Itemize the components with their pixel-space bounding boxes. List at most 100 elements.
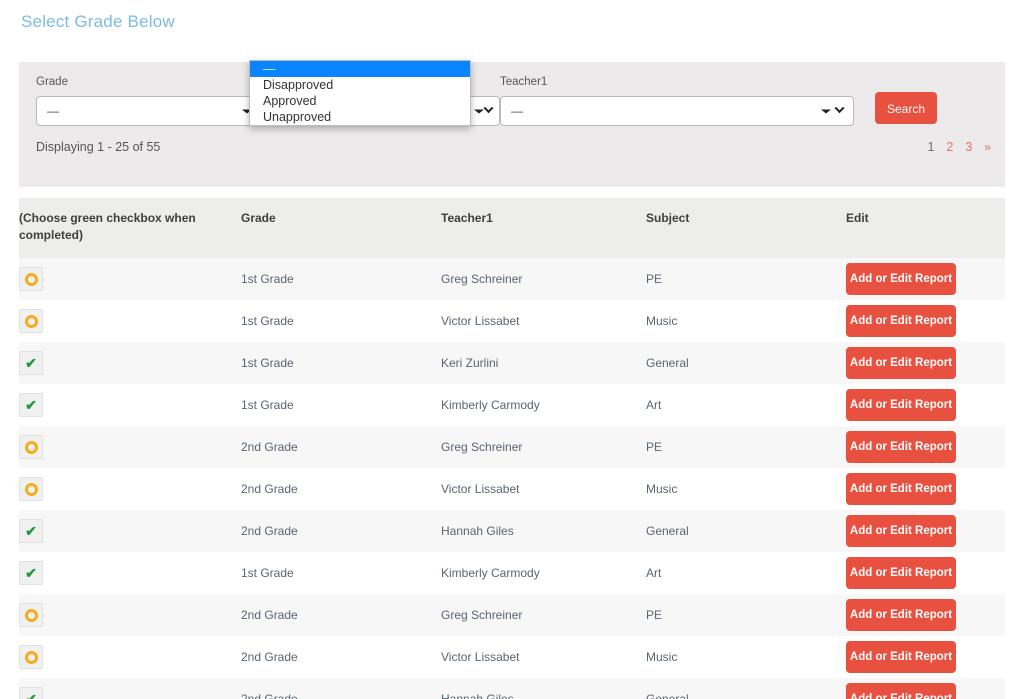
cell-edit: Add or Edit Report (846, 636, 1005, 678)
cell-grade: 2nd Grade (241, 636, 441, 678)
teacher-label: Teacher1 (500, 76, 548, 88)
filter-field-grade: Grade — (36, 75, 268, 126)
approval-option-unapproved[interactable]: Unapproved (250, 109, 470, 125)
circle-ring-icon[interactable] (19, 645, 43, 669)
cell-teacher: Greg Schreiner (441, 258, 646, 300)
teacher-select[interactable]: — (500, 96, 854, 126)
grades-table: (Choose green checkbox when completed) G… (19, 198, 1005, 699)
add-or-edit-report-button[interactable]: Add or Edit Report (846, 263, 956, 295)
add-or-edit-report-button[interactable]: Add or Edit Report (846, 683, 956, 699)
displaying-count: Displaying 1 - 25 of 55 (36, 140, 161, 154)
cell-edit: Add or Edit Report (846, 384, 1005, 426)
approval-dropdown-list[interactable]: — Disapproved Approved Unapproved (249, 60, 471, 126)
circle-ring-icon[interactable] (19, 603, 43, 627)
ring-glyph (24, 272, 38, 286)
circle-ring-icon[interactable] (19, 267, 43, 291)
cell-subject: PE (646, 258, 846, 300)
approval-option-disapproved[interactable]: Disapproved (250, 77, 470, 93)
table-row: 1st Grade Victor Lissabet Music Add or Edit… (19, 300, 1005, 342)
circle-ring-icon[interactable] (19, 477, 43, 501)
cell-grade: 2nd Grade (241, 426, 441, 468)
cell-grade: 1st Grade (241, 258, 441, 300)
ring-glyph (24, 440, 38, 454)
pagination-link-2[interactable]: 2 (946, 140, 953, 154)
cell-edit: Add or Edit Report (846, 552, 1005, 594)
green-check-icon[interactable]: ✔ (19, 351, 43, 375)
cell-subject: Music (646, 636, 846, 678)
table-row: ✔ 1st Grade Keri Zurlini General Add or Edit… (19, 342, 1005, 384)
green-check-icon[interactable]: ✔ (19, 393, 43, 417)
circle-ring-icon[interactable] (19, 309, 43, 333)
cell-status: ✔ (19, 342, 241, 384)
table-row: ✔ 1st Grade Kimberly Carmody Art Add or Edit… (19, 384, 1005, 426)
grade-label: Grade (36, 76, 68, 88)
cell-status (19, 300, 241, 342)
cell-grade: 2nd Grade (241, 468, 441, 510)
pagination: 1 2 3 » (927, 140, 991, 154)
cell-subject: Art (646, 384, 846, 426)
cell-subject: PE (646, 426, 846, 468)
add-or-edit-report-button[interactable]: Add or Edit Report (846, 557, 956, 589)
cell-edit: Add or Edit Report (846, 678, 1005, 699)
add-or-edit-report-button[interactable]: Add or Edit Report (846, 515, 956, 547)
ring-glyph (24, 650, 38, 664)
cell-status: ✔ (19, 678, 241, 699)
circle-ring-icon[interactable] (19, 435, 43, 459)
cell-subject: General (646, 510, 846, 552)
cell-status: ✔ (19, 510, 241, 552)
cell-subject: General (646, 342, 846, 384)
cell-teacher: Kimberly Carmody (441, 384, 646, 426)
add-or-edit-report-button[interactable]: Add or Edit Report (846, 599, 956, 631)
add-or-edit-report-button[interactable]: Add or Edit Report (846, 641, 956, 673)
add-or-edit-report-button[interactable]: Add or Edit Report (846, 347, 956, 379)
table-row: 2nd Grade Greg Schreiner PE Add or Edit Rep… (19, 594, 1005, 636)
check-glyph: ✔ (25, 523, 37, 539)
column-header-grade: Grade (241, 198, 441, 258)
cell-status (19, 594, 241, 636)
add-or-edit-report-button[interactable]: Add or Edit Report (846, 431, 956, 463)
pagination-next[interactable]: » (984, 140, 991, 154)
cell-grade: 2nd Grade (241, 510, 441, 552)
check-glyph: ✔ (25, 565, 37, 581)
cell-teacher: Victor Lissabet (441, 468, 646, 510)
pagination-link-1[interactable]: 1 (927, 140, 934, 154)
green-check-icon[interactable]: ✔ (19, 519, 43, 543)
column-header-status: (Choose green checkbox when completed) (19, 198, 241, 258)
table-row: 2nd Grade Victor Lissabet Music Add or Edit… (19, 468, 1005, 510)
table-row: 1st Grade Greg Schreiner PE Add or Edit Rep… (19, 258, 1005, 300)
cell-status (19, 468, 241, 510)
cell-grade: 1st Grade (241, 384, 441, 426)
ring-glyph (24, 482, 38, 496)
table-head: (Choose green checkbox when completed) G… (19, 198, 1005, 258)
column-header-subject: Subject (646, 198, 846, 258)
search-button[interactable]: Search (875, 92, 937, 124)
approval-option-blank[interactable]: — (250, 61, 470, 77)
grades-table-container: (Choose green checkbox when completed) G… (19, 198, 1005, 699)
cell-grade: 1st Grade (241, 342, 441, 384)
cell-edit: Add or Edit Report (846, 510, 1005, 552)
check-glyph: ✔ (25, 397, 37, 413)
cell-teacher: Greg Schreiner (441, 594, 646, 636)
add-or-edit-report-button[interactable]: Add or Edit Report (846, 473, 956, 505)
grade-select[interactable]: — (36, 96, 268, 126)
cell-teacher: Hannah Giles (441, 510, 646, 552)
chevron-down-icon (821, 103, 845, 115)
cell-subject: Music (646, 468, 846, 510)
add-or-edit-report-button[interactable]: Add or Edit Report (846, 389, 956, 421)
cell-teacher: Keri Zurlini (441, 342, 646, 384)
approval-option-approved[interactable]: Approved (250, 93, 470, 109)
add-or-edit-report-button[interactable]: Add or Edit Report (846, 305, 956, 337)
cell-subject: PE (646, 594, 846, 636)
table-row: ✔ 2nd Grade Hannah Giles General Add or Edit… (19, 678, 1005, 699)
cell-teacher: Victor Lissabet (441, 636, 646, 678)
cell-status: ✔ (19, 552, 241, 594)
cell-edit: Add or Edit Report (846, 342, 1005, 384)
pagination-link-3[interactable]: 3 (965, 140, 972, 154)
cell-status (19, 636, 241, 678)
cell-edit: Add or Edit Report (846, 426, 1005, 468)
cell-teacher: Greg Schreiner (441, 426, 646, 468)
check-glyph: ✔ (25, 355, 37, 371)
green-check-icon[interactable]: ✔ (19, 561, 43, 585)
cell-status (19, 258, 241, 300)
green-check-icon[interactable]: ✔ (19, 687, 43, 699)
